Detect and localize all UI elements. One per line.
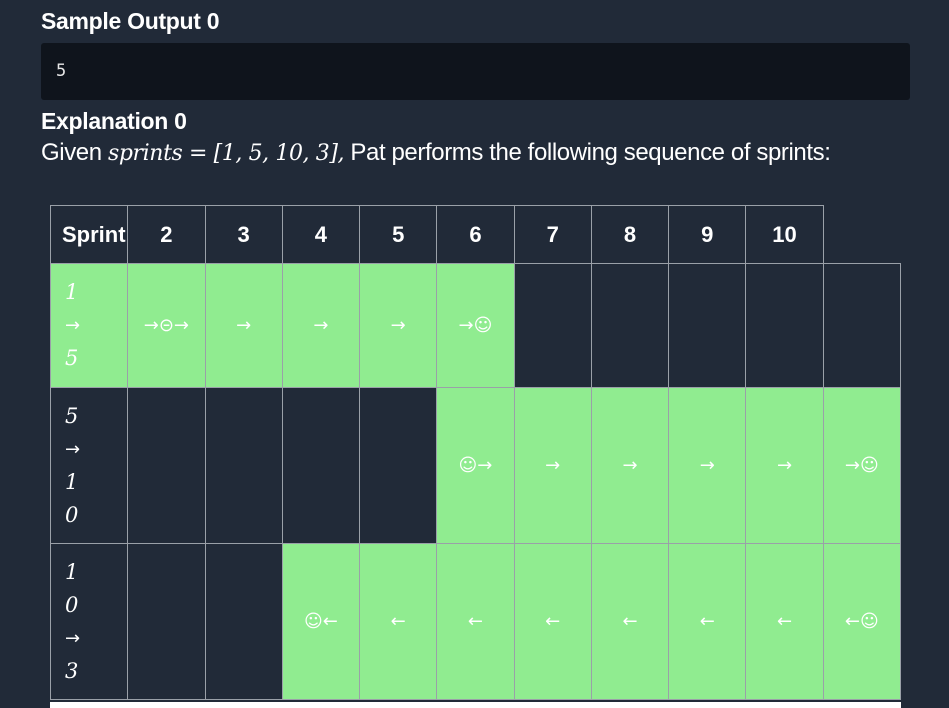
sprint-mark: →☺ [844, 455, 879, 476]
sprints-table: Sprint 2 3 4 5 6 7 8 9 10 1 → 5 →⊝→ → → → →☺ 5 → 1… [49, 205, 902, 700]
header-cell: 4 [281, 205, 361, 264]
table-header-row: Sprint 2 3 4 5 6 7 8 9 10 [49, 205, 901, 264]
header-cell: 2 [127, 205, 206, 264]
table-row: 1 → 5 →⊝→ → → → →☺ [49, 263, 902, 388]
header-cell: 9 [668, 205, 747, 264]
sample-output-title: Sample Output 0 [41, 8, 220, 34]
row-label-part: 1 [65, 559, 79, 584]
sprint-mark: ← [622, 611, 638, 632]
table-cell: → [513, 387, 592, 544]
sprint-mark: → [699, 455, 715, 476]
explanation-title: Explanation 0 [41, 108, 187, 134]
table-row: 5 → 1 0 ☺→ → → → → →☺ [49, 387, 902, 544]
table-cell [204, 387, 283, 544]
sprint-mark: ← [545, 611, 561, 632]
next-table-edge [50, 702, 901, 708]
row-label-part: 3 [65, 658, 79, 683]
sprint-mark: → [776, 455, 793, 476]
explanation-math: sprints = [1, 5, 10, 3], [107, 141, 345, 166]
sprint-mark: ← [699, 611, 715, 632]
table-cell: ← [359, 543, 438, 700]
table-cell: ← [590, 543, 670, 700]
sprint-mark: → [622, 455, 638, 476]
row-label-part: 1 [65, 280, 79, 304]
header-cell: Sprint [49, 205, 129, 264]
sprint-mark: ←☺ [844, 611, 879, 632]
row-label-part: → [65, 438, 81, 460]
sample-output-value: 5 [56, 61, 67, 81]
sprint-mark: → [236, 315, 252, 336]
problem-explanation-page: Sample Output 0 5 Explanation 0 Given sp… [0, 0, 949, 708]
table-cell [281, 387, 361, 544]
table-cell: ← [436, 543, 515, 700]
table-cell [127, 387, 206, 544]
row-label-cell: 1 → 5 [49, 263, 129, 388]
header-cell: 7 [513, 205, 592, 264]
sprint-mark: ☺→ [458, 455, 493, 476]
header-cell: 10 [745, 205, 824, 264]
explanation-text: Given sprints = [1, 5, 10, 3], Pat perfo… [41, 139, 831, 167]
table-cell [668, 263, 747, 388]
table-cell: → [745, 387, 824, 544]
row-label-part: → [65, 627, 81, 649]
sprint-mark: ← [467, 611, 483, 632]
header-cell: 8 [590, 205, 670, 264]
table-cell: →☺ [436, 263, 515, 388]
table-cell: ← [668, 543, 747, 700]
table-cell [359, 387, 438, 544]
table-cell: ← [513, 543, 592, 700]
table-cell: ☺← [281, 543, 361, 700]
table-cell [127, 543, 206, 700]
sprint-mark: → [313, 315, 329, 336]
row-label-part: 0 [65, 592, 79, 617]
table-cell: → [204, 263, 283, 388]
table-cell [513, 263, 592, 388]
row-label-part: → [65, 315, 81, 336]
sprint-mark: →⊝→ [143, 315, 190, 336]
row-label-cell: 1 0 → 3 [49, 543, 129, 700]
header-cell: 6 [436, 205, 515, 264]
table-cell: ← [745, 543, 824, 700]
sprint-mark: ← [776, 611, 793, 632]
row-label-part: 0 [65, 502, 79, 527]
sprint-mark: → [390, 315, 406, 336]
table-cell: → [590, 387, 670, 544]
table-cell: ☺→ [436, 387, 515, 544]
explanation-suffix: Pat performs the following sequence of s… [344, 139, 831, 166]
table-cell [590, 263, 670, 388]
table-cell: →☺ [822, 387, 902, 544]
table-cell [822, 263, 902, 388]
row-label-part: 5 [65, 346, 79, 370]
table-cell: → [359, 263, 438, 388]
sprint-mark: ☺← [304, 611, 338, 632]
sprint-mark: → [545, 455, 561, 476]
table-cell: → [668, 387, 747, 544]
row-label-part: 5 [65, 403, 79, 428]
sprint-mark: ← [390, 611, 406, 632]
sample-output-box: 5 [41, 43, 910, 100]
header-cell: 3 [204, 205, 283, 264]
table-cell: →⊝→ [127, 263, 206, 388]
row-label-cell: 5 → 1 0 [49, 387, 129, 544]
table-cell: ←☺ [822, 543, 902, 700]
sprint-mark: →☺ [458, 315, 493, 336]
table-cell [204, 543, 283, 700]
explanation-prefix: Given [41, 139, 108, 166]
header-cell: 5 [359, 205, 438, 264]
row-label-part: 1 [65, 469, 79, 494]
table-cell [745, 263, 824, 388]
table-body: 1 → 5 →⊝→ → → → →☺ 5 → 1 0 ☺→ → → → → →☺ 1 0 → 3 ☺← ← ← ← ← ← ← ←☺ [49, 263, 902, 700]
table-cell: → [281, 263, 361, 388]
table-row: 1 0 → 3 ☺← ← ← ← ← ← ← ←☺ [49, 543, 902, 700]
